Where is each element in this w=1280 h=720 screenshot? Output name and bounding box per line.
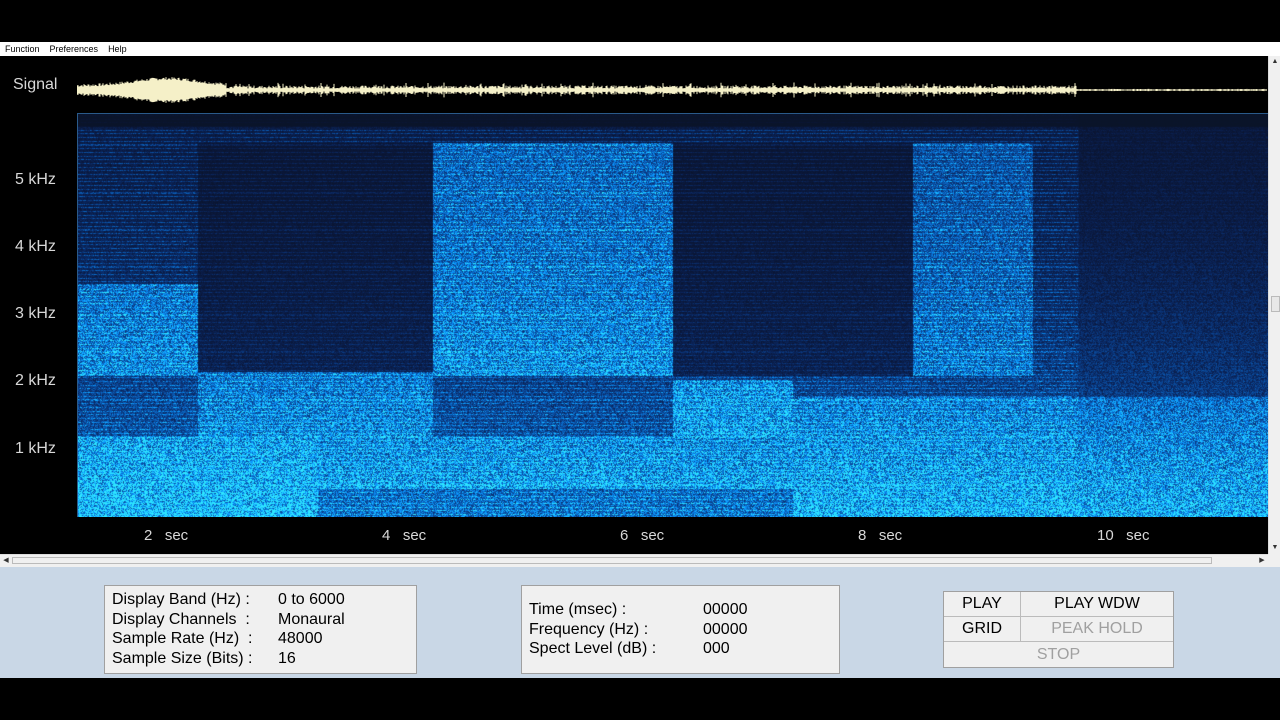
horizontal-scroll-thumb[interactable]: [12, 557, 1212, 564]
grid-button[interactable]: GRID: [944, 617, 1021, 642]
display-channels-value: Monaural: [278, 611, 345, 628]
scroll-down-icon[interactable]: ▼: [1269, 542, 1280, 554]
spect-level-row: Spect Level (dB) : 000: [522, 640, 839, 660]
time-label-8sec: 8 sec: [858, 527, 903, 544]
display-band-label: Display Band (Hz) :: [112, 591, 250, 608]
display-band-row: Display Band (Hz) : 0 to 6000: [105, 591, 416, 611]
scroll-up-icon[interactable]: ▲: [1269, 56, 1280, 68]
freq-label-2khz: 2 kHz: [15, 372, 56, 389]
frequency-row: Frequency (Hz) : 00000: [522, 621, 839, 641]
spect-level-value: 000: [703, 640, 730, 657]
sample-size-label: Sample Size (Bits) :: [112, 650, 253, 667]
bottom-letterbox: [0, 678, 1280, 720]
menu-preferences[interactable]: Preferences: [45, 44, 104, 54]
settings-info-box: Display Band (Hz) : 0 to 6000 Display Ch…: [104, 585, 417, 674]
freq-label-3khz: 3 kHz: [15, 305, 56, 322]
play-wdw-label: PLAY WDW: [1054, 595, 1140, 612]
scrollbar-corner: [1268, 554, 1280, 567]
freq-label-4khz: 4 kHz: [15, 238, 56, 255]
time-value: 00000: [703, 601, 748, 618]
play-button[interactable]: PLAY: [944, 592, 1021, 617]
spectrogram-area[interactable]: [77, 113, 1268, 517]
sample-rate-row: Sample Rate (Hz) : 48000: [105, 630, 416, 650]
display-channels-row: Display Channels : Monaural: [105, 611, 416, 631]
sample-size-value: 16: [278, 650, 296, 667]
spect-level-label: Spect Level (dB) :: [529, 640, 657, 657]
frequency-label: Frequency (Hz) :: [529, 621, 649, 638]
time-label-2sec: 2 sec: [144, 527, 189, 544]
sample-rate-value: 48000: [278, 630, 323, 647]
spectrogram-display[interactable]: Signal 5 kHz 4 kHz 3 kHz 2 kHz 1 kHz 2 s…: [0, 56, 1268, 554]
spectrogram-app: Function Preferences Help Signal 5 kHz 4…: [0, 0, 1280, 720]
signal-label: Signal: [13, 76, 58, 93]
sample-rate-label: Sample Rate (Hz) :: [112, 630, 253, 647]
scroll-right-icon[interactable]: ▶: [1256, 555, 1268, 567]
control-panel: Display Band (Hz) : 0 to 6000 Display Ch…: [0, 567, 1280, 678]
signal-waveform: [77, 77, 1267, 103]
top-letterbox: [0, 0, 1280, 42]
frequency-value: 00000: [703, 621, 748, 638]
freq-label-1khz: 1 kHz: [15, 440, 56, 457]
display-band-value: 0 to 6000: [278, 591, 345, 608]
play-wdw-button[interactable]: PLAY WDW: [1021, 592, 1173, 617]
horizontal-scrollbar[interactable]: ◀ ▶: [0, 554, 1268, 567]
stop-button[interactable]: STOP: [944, 642, 1173, 667]
menu-function[interactable]: Function: [0, 44, 45, 54]
menu-bar: Function Preferences Help: [0, 42, 1280, 56]
freq-label-5khz: 5 kHz: [15, 171, 56, 188]
sample-size-row: Sample Size (Bits) : 16: [105, 650, 416, 670]
time-label-6sec: 6 sec: [620, 527, 665, 544]
vertical-scrollbar[interactable]: ▲ ▼: [1268, 56, 1280, 554]
playback-button-group: PLAY PLAY WDW GRID PEAK HOLD STOP: [943, 591, 1174, 668]
time-row: Time (msec) : 00000: [522, 601, 839, 621]
readout-info-box: Time (msec) : 00000 Frequency (Hz) : 000…: [521, 585, 840, 674]
menu-help[interactable]: Help: [103, 44, 132, 54]
time-label-10sec: 10 sec: [1097, 527, 1150, 544]
peak-hold-button[interactable]: PEAK HOLD: [1021, 617, 1173, 642]
scroll-left-icon[interactable]: ◀: [0, 555, 12, 567]
time-label-4sec: 4 sec: [382, 527, 427, 544]
display-channels-label: Display Channels :: [112, 611, 250, 628]
vertical-scroll-thumb[interactable]: [1271, 296, 1280, 312]
time-label: Time (msec) :: [529, 601, 627, 618]
spectrogram-canvas[interactable]: [78, 114, 1268, 517]
